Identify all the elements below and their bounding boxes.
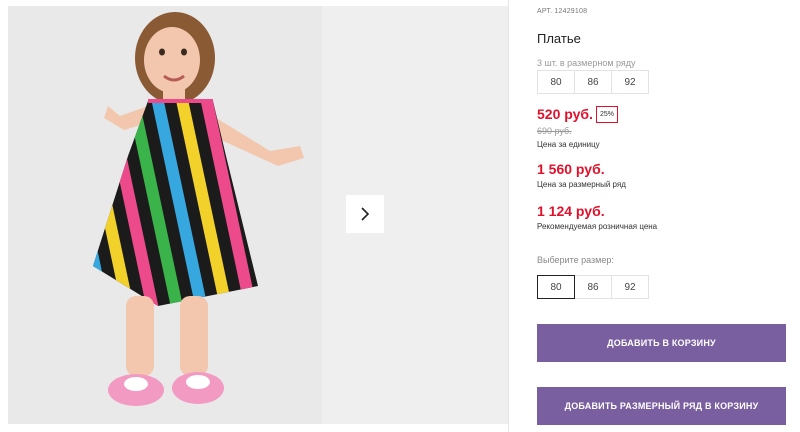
size-option-92[interactable]: 92 bbox=[611, 275, 649, 299]
column-divider bbox=[508, 0, 509, 432]
size-selector: 80 86 92 bbox=[537, 275, 649, 299]
product-sku: АРТ. 12429108 bbox=[537, 8, 588, 15]
pack-quantity-label: 3 шт. в размерном ряду bbox=[537, 58, 636, 68]
old-price: 690 руб. bbox=[537, 126, 572, 136]
size-option-80[interactable]: 80 bbox=[537, 275, 575, 299]
retail-price: 1 124 руб. bbox=[537, 203, 605, 219]
discount-badge: 25% bbox=[596, 106, 619, 123]
gallery-next-button[interactable] bbox=[346, 195, 384, 233]
choose-size-label: Выберите размер: bbox=[537, 255, 614, 265]
child-in-striped-dress-image bbox=[8, 6, 322, 424]
chevron-right-icon bbox=[361, 207, 370, 221]
unit-price: 520 руб. bbox=[537, 106, 593, 122]
size-option-86[interactable]: 86 bbox=[574, 275, 612, 299]
add-pack-to-cart-button[interactable]: ДОБАВИТЬ РАЗМЕРНЫЙ РЯД В КОРЗИНУ bbox=[537, 387, 786, 425]
product-photo[interactable] bbox=[8, 6, 322, 424]
add-to-cart-button[interactable]: ДОБАВИТЬ В КОРЗИНУ bbox=[537, 324, 786, 362]
product-title: Платье bbox=[537, 31, 581, 46]
pack-price-note: Цена за размерный ряд bbox=[537, 180, 626, 189]
pack-size-86: 86 bbox=[574, 70, 612, 94]
retail-price-note: Рекомендуемая розничная цена bbox=[537, 222, 658, 231]
pack-size-92: 92 bbox=[611, 70, 649, 94]
pack-price: 1 560 руб. bbox=[537, 161, 605, 177]
unit-price-note: Цена за единицу bbox=[537, 140, 600, 149]
pack-size-list: 80 86 92 bbox=[537, 70, 649, 94]
pack-size-80: 80 bbox=[537, 70, 575, 94]
product-gallery bbox=[8, 6, 508, 426]
